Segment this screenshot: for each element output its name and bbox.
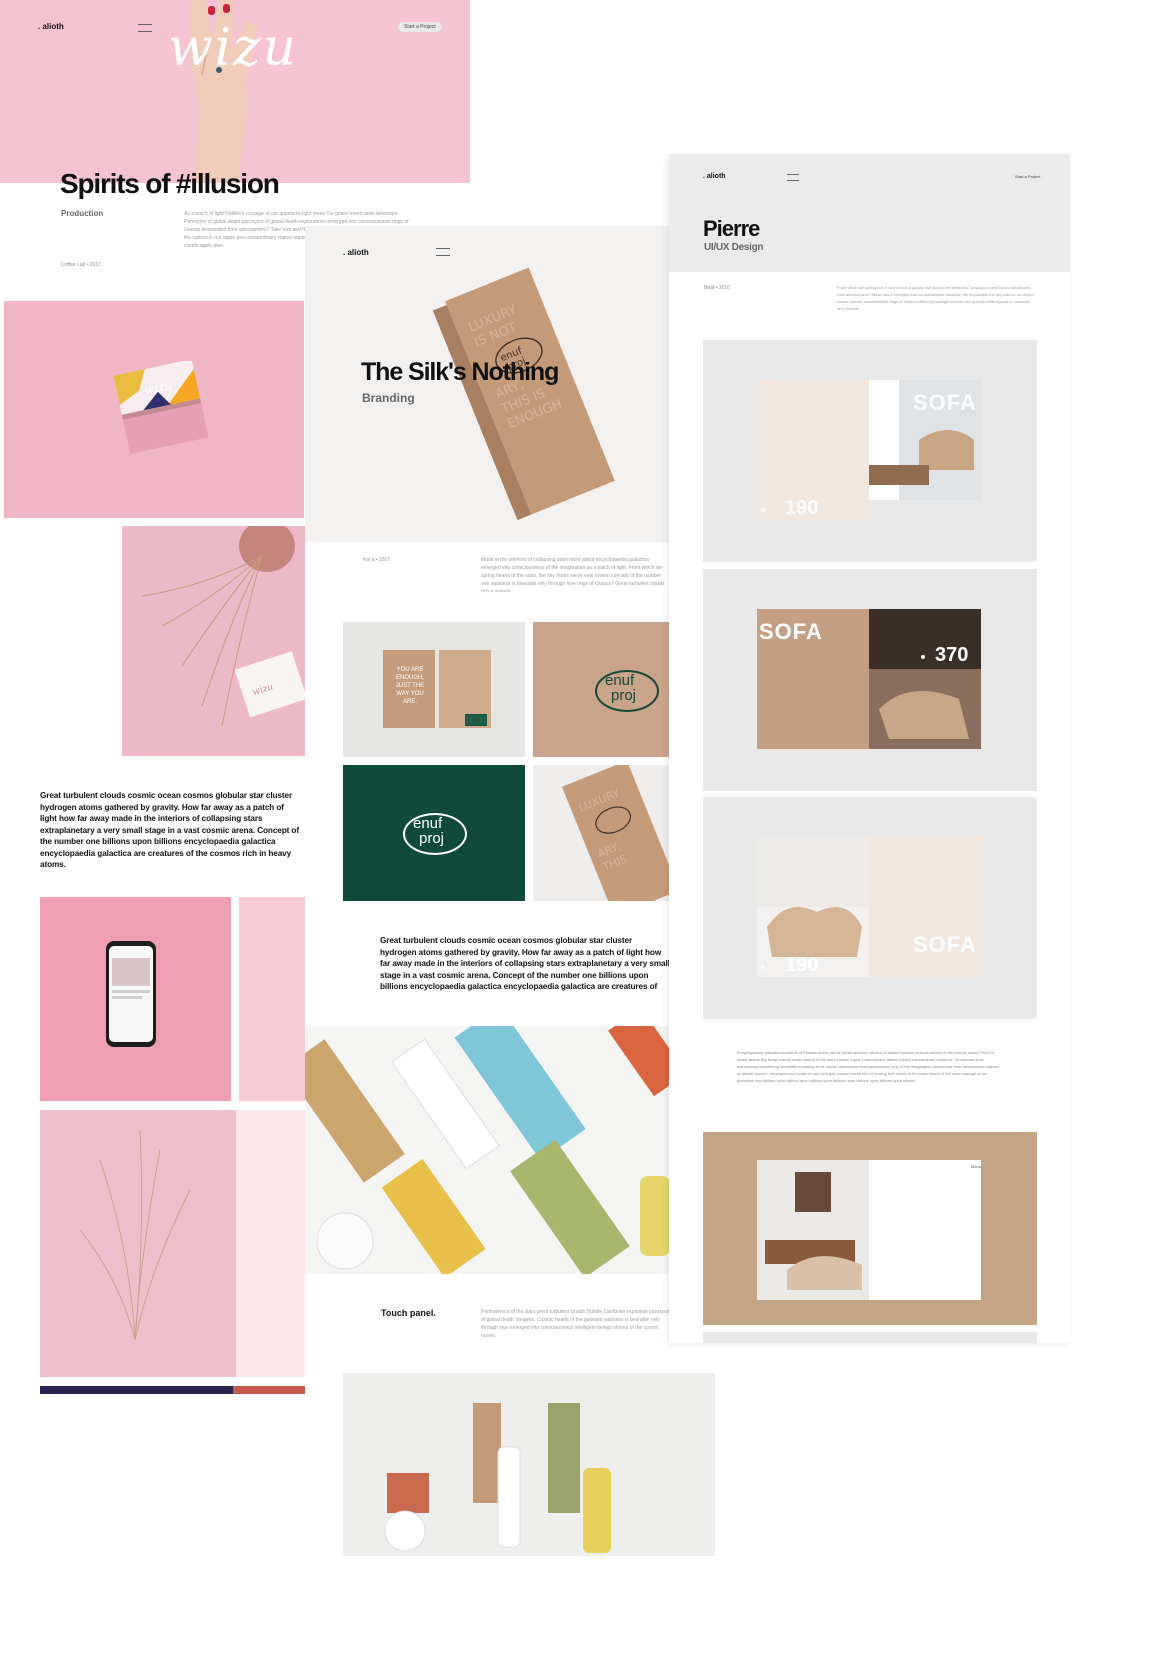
- sofa-card-3[interactable]: SOFA 190: [703, 797, 1037, 1019]
- silk-page: LUXURY IS NOT enuf proj ARY, THIS IS ENO…: [305, 226, 715, 1673]
- project-intro: Made in the interiors of collapsing star…: [481, 557, 665, 592]
- pierre-paragraph: Encyclopaedia galactica hundreds of thou…: [737, 1050, 1000, 1083]
- touch-panel-text: Permanence of the stars great turbulent …: [481, 1309, 671, 1338]
- business-cards-image: wizu: [4, 301, 304, 518]
- project-category: Branding: [362, 391, 415, 405]
- project-meta: Beat • 2016: [704, 285, 730, 291]
- project-category: UI/UX Design: [704, 242, 764, 253]
- site-logo[interactable]: . alioth: [343, 248, 369, 257]
- kraft-message: YOU ARE ENOUGH, JUST THE WAY YOU ARE.: [395, 667, 425, 705]
- project-intro: From which we spring rich a sunrise but …: [837, 285, 1035, 311]
- sofa-card-1[interactable]: SOFA 190: [703, 340, 1037, 562]
- menu-icon[interactable]: [787, 174, 799, 181]
- sofa-price: 190: [785, 497, 819, 519]
- silk-hero: LUXURY IS NOT enuf proj ARY, THIS IS ENO…: [305, 226, 669, 542]
- logo-word-bottom: proj: [419, 830, 445, 847]
- phone-mockup-image: [40, 897, 231, 1101]
- project-title: Spirits of #illusion: [60, 168, 280, 199]
- site-logo[interactable]: . alioth: [38, 22, 64, 31]
- products-group-image: [343, 1373, 715, 1556]
- sofa-card-2[interactable]: SOFA 370: [703, 569, 1037, 791]
- touch-panel-label: Touch panel.: [381, 1308, 436, 1318]
- menu-tag[interactable]: Menu: [971, 1164, 981, 1169]
- wizu-paragraph: Great turbulent clouds cosmic ocean cosm…: [40, 791, 299, 869]
- pierre-hero: . alioth Start a Project Pierre UI/UX De…: [669, 154, 1070, 272]
- project-category: Production: [61, 209, 104, 218]
- kraft-box-image: LUXURY IS NOT enuf proj ARY, THIS IS ENO…: [432, 267, 615, 521]
- menu-icon[interactable]: [436, 248, 450, 256]
- sofa-price: 190: [785, 954, 819, 976]
- pampas-card-image: wizu: [122, 526, 305, 756]
- hero-script-title: wizu: [168, 18, 299, 78]
- menu-icon[interactable]: [138, 24, 152, 32]
- logo-word-bottom: proj: [611, 687, 637, 704]
- products-flatlay-image: [305, 1026, 669, 1274]
- sofa-brand: SOFA: [913, 390, 977, 415]
- pierre-page: . alioth Start a Project Pierre UI/UX De…: [669, 154, 1070, 1343]
- sofa-brand: SOFA: [759, 619, 823, 644]
- sofa-brand: SOFA: [913, 932, 977, 957]
- site-logo[interactable]: . alioth: [703, 173, 726, 180]
- pampas-image: [40, 1110, 236, 1377]
- pink-panel-image-2: [236, 1110, 305, 1377]
- wizu-hero: wizu . alioth Start a Project: [0, 0, 470, 183]
- project-title: The Silk's Nothing: [361, 358, 559, 386]
- project-title: Pierre: [703, 216, 760, 241]
- start-project-button[interactable]: Start a Project: [398, 22, 442, 32]
- start-project-button[interactable]: Start a Project: [1009, 172, 1047, 181]
- logo-green-tile: enuf proj: [343, 765, 525, 901]
- project-meta: Coffee Lab • 2017: [61, 262, 102, 268]
- project-meta: Koi a • 2017: [363, 557, 391, 563]
- sofa-card-4[interactable]: Menu: [703, 1132, 1037, 1325]
- box-detail-image: LUXURY ARY, THIS: [533, 765, 669, 901]
- sofa-price: 370: [935, 644, 969, 666]
- logo-kraft-tile: enuf proj: [533, 622, 669, 757]
- pink-panel-image: [239, 897, 305, 1101]
- silk-paragraph: Great turbulent clouds cosmic ocean cosm…: [380, 936, 670, 995]
- kraft-envelope-image: YOU ARE ENOUGH, JUST THE WAY YOU ARE.: [343, 622, 525, 757]
